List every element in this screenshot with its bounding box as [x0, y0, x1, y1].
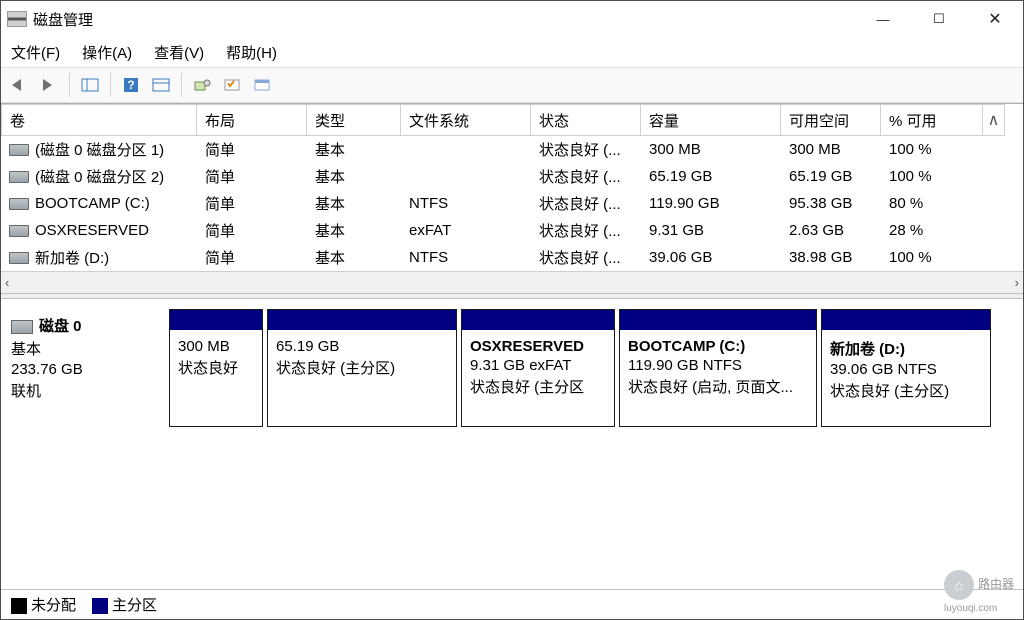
disk-info[interactable]: 磁盘 0 基本 233.76 GB 联机 [11, 309, 165, 403]
table-row[interactable]: OSXRESERVED简单基本exFAT状态良好 (...9.31 GB2.63… [1, 217, 1023, 244]
volume-icon [9, 198, 29, 210]
volume-rows: (磁盘 0 磁盘分区 1)简单基本状态良好 (...300 MB300 MB10… [1, 136, 1023, 271]
menu-bar: 文件(F) 操作(A) 查看(V) 帮助(H) [1, 37, 1023, 67]
menu-help[interactable]: 帮助(H) [226, 42, 277, 63]
volume-icon [9, 225, 29, 237]
app-icon [7, 11, 27, 27]
list-button[interactable] [218, 71, 246, 99]
col-pct[interactable]: % 可用 [881, 104, 983, 136]
disk-map: 磁盘 0 基本 233.76 GB 联机 300 MB状态良好65.19 GB状… [1, 299, 1023, 427]
window-title: 磁盘管理 [33, 9, 93, 30]
col-volume[interactable]: 卷 [1, 104, 197, 136]
forward-button[interactable] [35, 71, 63, 99]
volume-list: 卷 布局 类型 文件系统 状态 容量 可用空间 % 可用 ∧ (磁盘 0 磁盘分… [1, 103, 1023, 293]
partition[interactable]: 65.19 GB状态良好 (主分区) [267, 309, 457, 427]
details-button[interactable] [147, 71, 175, 99]
partition[interactable]: BOOTCAMP (C:)119.90 GB NTFS状态良好 (启动, 页面文… [619, 309, 817, 427]
partition[interactable]: 新加卷 (D:)39.06 GB NTFS状态良好 (主分区) [821, 309, 991, 427]
svg-text:?: ? [127, 78, 134, 92]
table-row[interactable]: (磁盘 0 磁盘分区 1)简单基本状态良好 (...300 MB300 MB10… [1, 136, 1023, 163]
menu-action[interactable]: 操作(A) [82, 42, 132, 63]
maximize-button[interactable]: ☐ [911, 1, 967, 37]
h-scrollbar[interactable]: ‹› [1, 271, 1023, 293]
table-row[interactable]: 新加卷 (D:)简单基本NTFS状态良好 (...39.06 GB38.98 G… [1, 244, 1023, 271]
partition[interactable]: 300 MB状态良好 [169, 309, 263, 427]
partition[interactable]: OSXRESERVED9.31 GB exFAT状态良好 (主分区 [461, 309, 615, 427]
menu-file[interactable]: 文件(F) [11, 42, 60, 63]
col-status[interactable]: 状态 [531, 104, 641, 136]
col-layout[interactable]: 布局 [197, 104, 307, 136]
col-free[interactable]: 可用空间 [781, 104, 881, 136]
col-type[interactable]: 类型 [307, 104, 401, 136]
table-row[interactable]: BOOTCAMP (C:)简单基本NTFS状态良好 (...119.90 GB9… [1, 190, 1023, 217]
minimize-button[interactable]: — [855, 1, 911, 37]
volume-icon [9, 252, 29, 264]
disk-size: 233.76 GB [11, 361, 163, 378]
menu-view[interactable]: 查看(V) [154, 42, 204, 63]
title-bar: 磁盘管理 — ☐ ✕ [1, 1, 1023, 37]
close-button[interactable]: ✕ [967, 1, 1023, 37]
legend: 未分配 主分区 [1, 589, 1023, 619]
legend-unallocated: 未分配 [11, 594, 76, 615]
window: { "window": { "title": "磁盘管理" }, "menus"… [0, 0, 1024, 620]
back-button[interactable] [5, 71, 33, 99]
properties-button[interactable] [248, 71, 276, 99]
disk-type: 基本 [11, 338, 163, 359]
col-fs[interactable]: 文件系统 [401, 104, 531, 136]
volume-icon [9, 144, 29, 156]
refresh-button[interactable] [188, 71, 216, 99]
disk-status: 联机 [11, 380, 163, 401]
disk-icon [11, 320, 33, 334]
table-row[interactable]: (磁盘 0 磁盘分区 2)简单基本状态良好 (...65.19 GB65.19 … [1, 163, 1023, 190]
show-hide-button[interactable] [76, 71, 104, 99]
scroll-up-button[interactable]: ∧ [983, 104, 1005, 136]
col-capacity[interactable]: 容量 [641, 104, 781, 136]
help-button[interactable]: ? [117, 71, 145, 99]
column-headers: 卷 布局 类型 文件系统 状态 容量 可用空间 % 可用 ∧ [1, 104, 1023, 136]
toolbar: ? [1, 67, 1023, 103]
volume-icon [9, 171, 29, 183]
legend-primary: 主分区 [92, 594, 157, 615]
